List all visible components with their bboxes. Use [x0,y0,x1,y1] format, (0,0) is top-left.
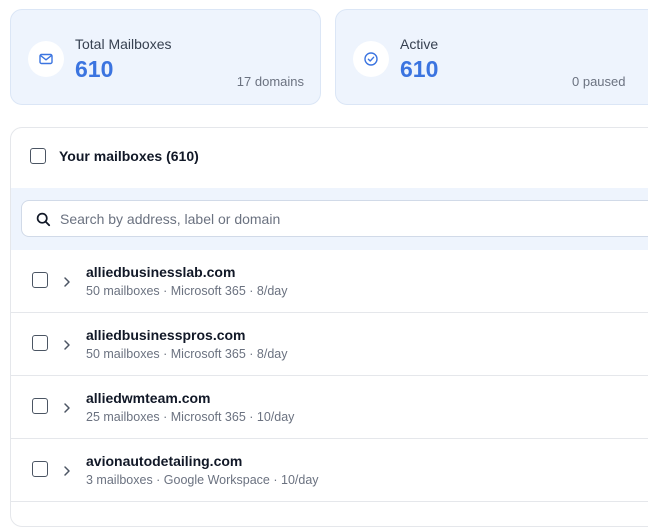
domain-name: alliedbusinesspros.com [86,327,246,343]
domain-meta: 50 mailboxes · Microsoft 365 · 8/day [86,347,288,361]
domain-row[interactable]: alliedwmteam.com 25 mailboxes · Microsof… [11,376,648,439]
mail-icon [28,41,64,77]
row-checkbox[interactable] [32,398,48,414]
select-all-checkbox[interactable] [30,148,46,164]
chevron-right-icon[interactable] [62,338,72,356]
domain-meta: 3 mailboxes · Google Workspace · 10/day [86,473,319,487]
stat-card-active: Active 610 0 paused [335,9,648,105]
stat-card-total-mailboxes: Total Mailboxes 610 17 domains [10,9,321,105]
domain-row[interactable]: alliedbusinesslab.com 50 mailboxes · Mic… [11,250,648,313]
stat-label: Active [400,36,439,52]
chevron-right-icon[interactable] [62,275,72,293]
domain-name: avionautodetailing.com [86,453,243,469]
chevron-right-icon[interactable] [62,401,72,419]
row-checkbox[interactable] [32,272,48,288]
search-bar-area [11,188,648,250]
stat-value: 610 [75,56,114,82]
check-circle-icon [353,41,389,77]
stat-label: Total Mailboxes [75,36,172,52]
mailboxes-header: Your mailboxes (610) [11,128,648,188]
row-checkbox[interactable] [32,335,48,351]
domain-row[interactable]: avionautodetailing.com 3 mailboxes · Goo… [11,439,648,502]
stat-subtext: 0 paused [572,74,626,89]
mailboxes-panel: Your mailboxes (610) alliedbusinesslab.c… [10,127,648,527]
mailboxes-title: Your mailboxes (610) [59,148,199,164]
stat-value: 610 [400,56,439,82]
domain-meta: 25 mailboxes · Microsoft 365 · 10/day [86,410,295,424]
search-icon [36,212,51,232]
chevron-right-icon[interactable] [62,464,72,482]
search-box[interactable] [21,200,648,237]
row-checkbox[interactable] [32,461,48,477]
domain-name: alliedbusinesslab.com [86,264,236,280]
search-input[interactable] [60,201,648,236]
domain-row[interactable]: alliedbusinesspros.com 50 mailboxes · Mi… [11,313,648,376]
domain-meta: 50 mailboxes · Microsoft 365 · 8/day [86,284,288,298]
stat-subtext: 17 domains [236,74,304,89]
domain-name: alliedwmteam.com [86,390,211,406]
